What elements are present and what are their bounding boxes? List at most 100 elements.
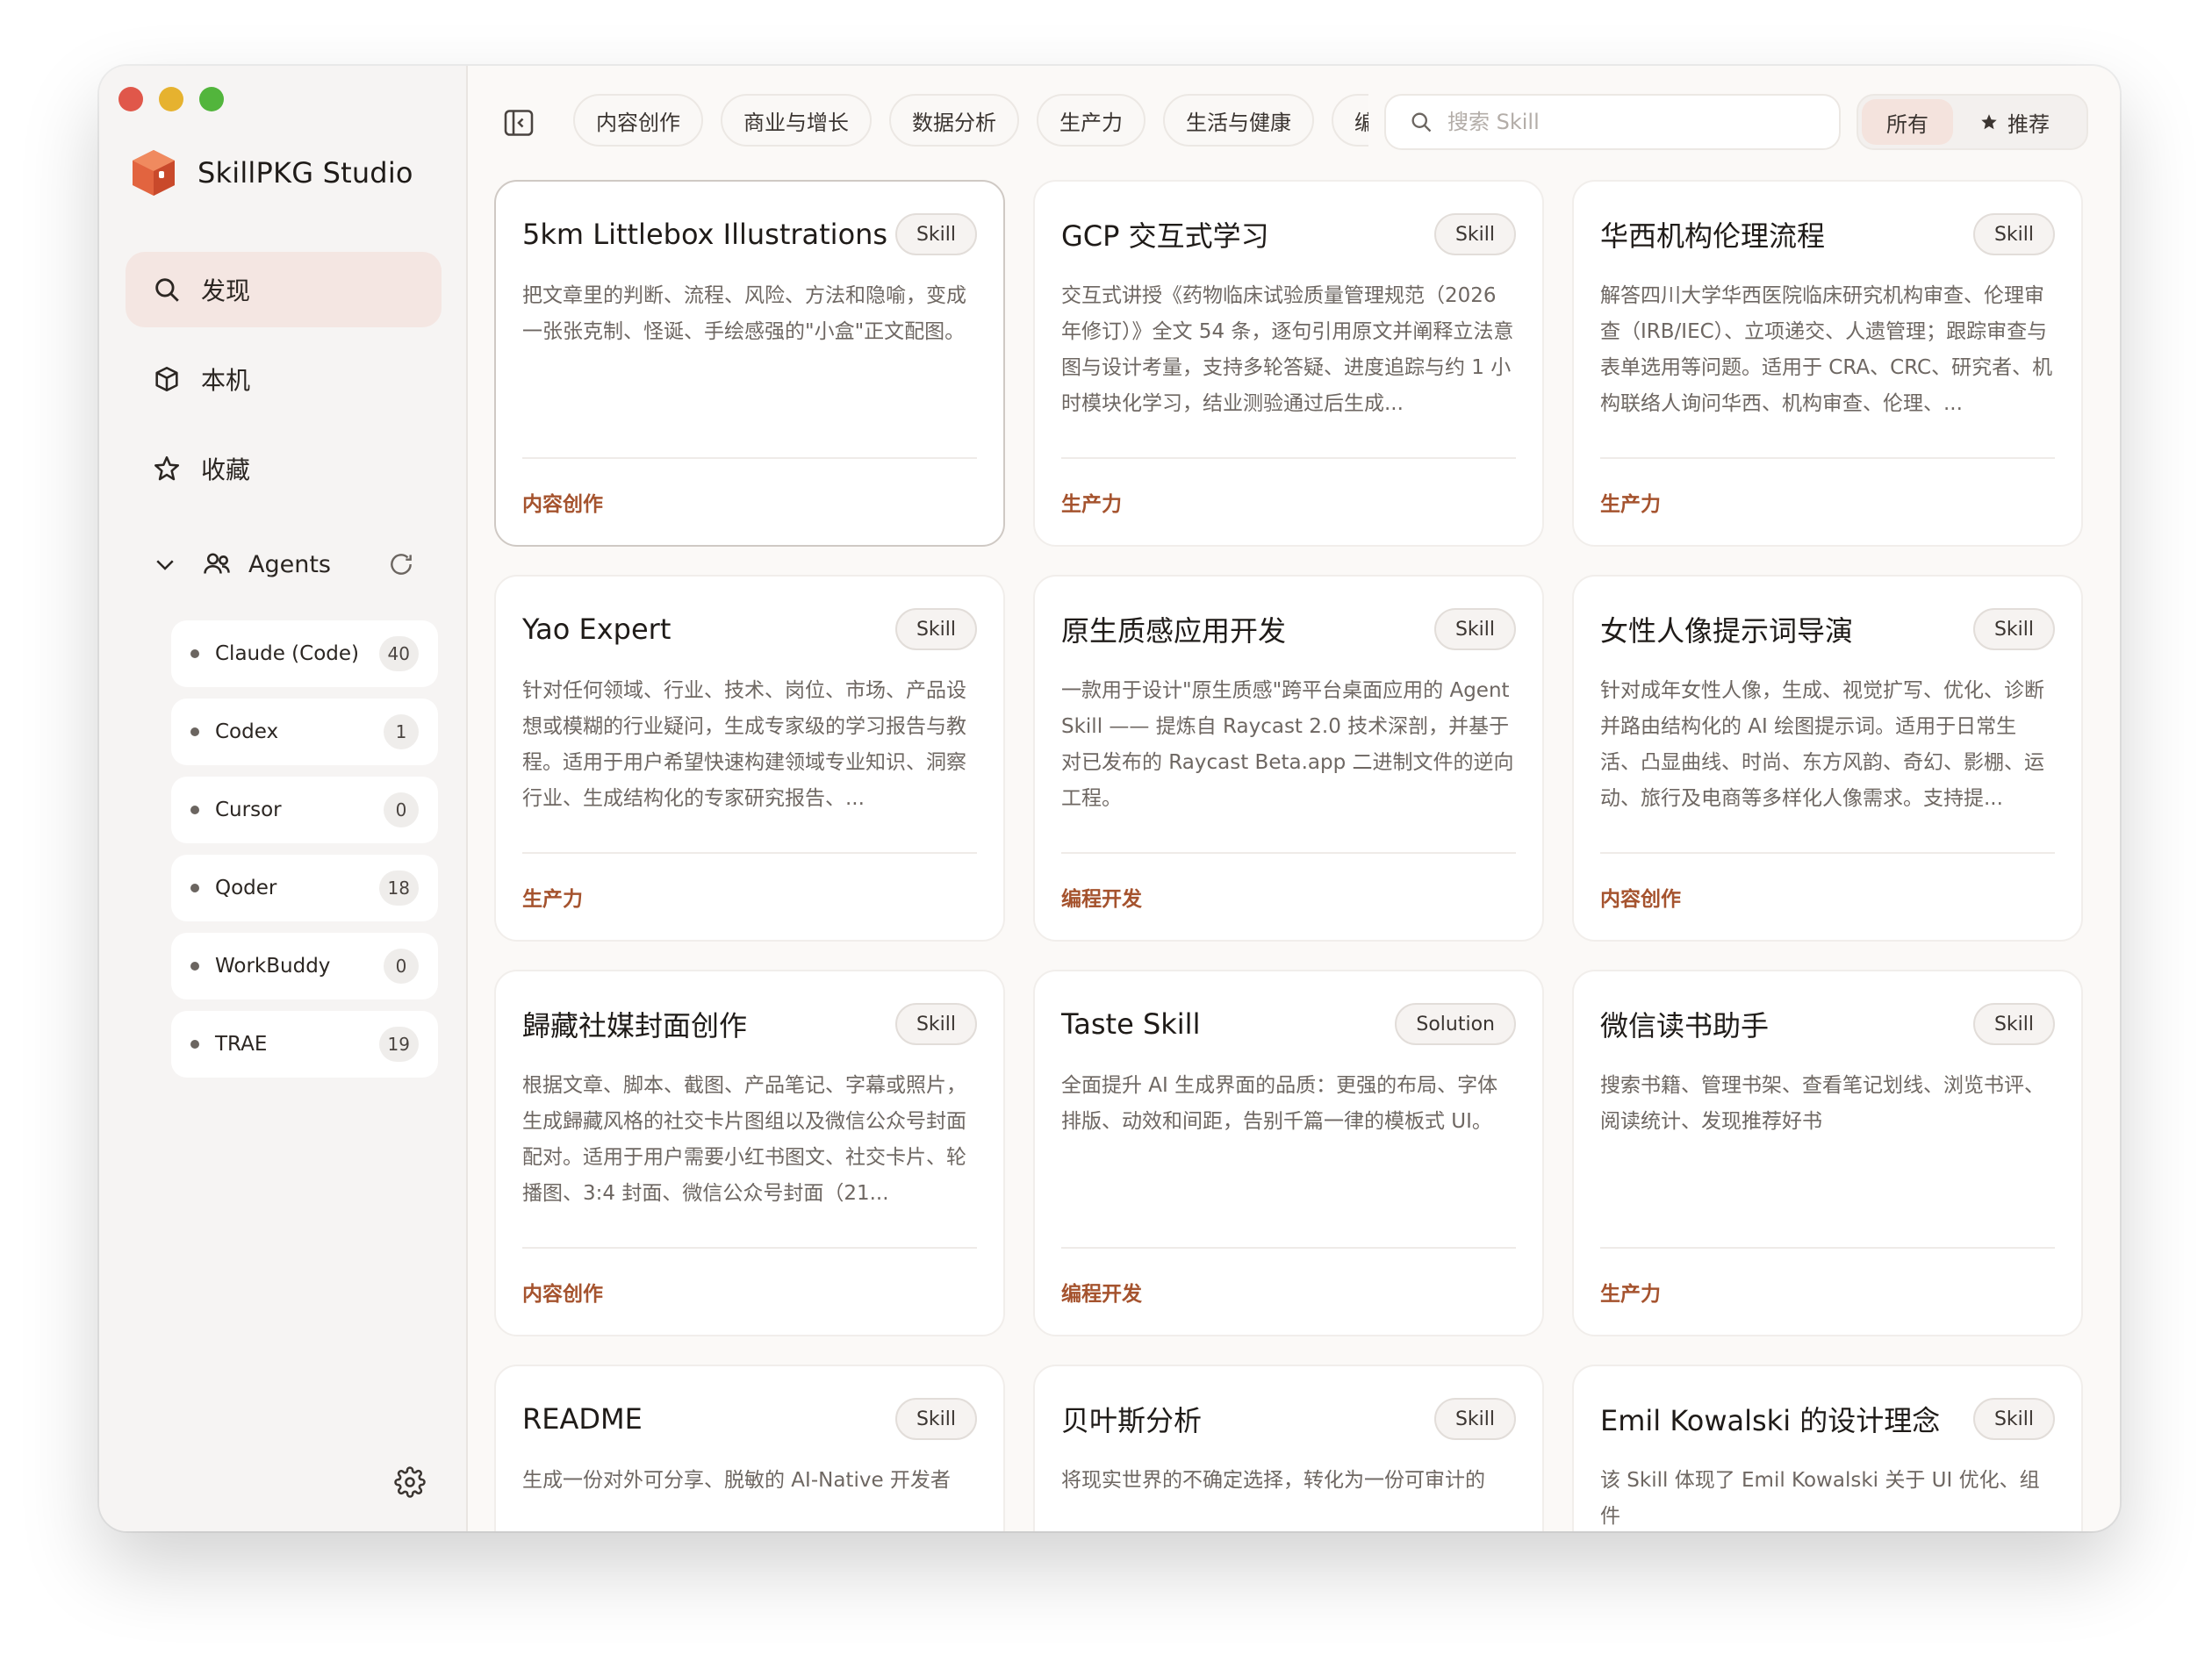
card-description: 生成一份对外可分享、脱敏的 AI-Native 开发者 [522, 1469, 951, 1492]
category-filter-bar: 内容创作 商业与增长 数据分析 生产力 生活与健康 编 [573, 94, 1368, 150]
card-description: 针对成年女性人像，生成、视觉扩写、优化、诊断并路由结构化的 AI 绘图提示词。适… [1600, 679, 2044, 810]
agent-count-badge: 40 [378, 636, 419, 671]
category-chip[interactable]: 数据分析 [889, 94, 1019, 147]
card-title: README [522, 1402, 643, 1436]
skill-card[interactable]: Emil Kowalski 的设计理念 Skill 该 Skill 体现了 Em… [1572, 1365, 2083, 1531]
agent-item-trae[interactable]: TRAE 19 [171, 1011, 438, 1078]
sidebar-toggle-icon[interactable] [503, 108, 535, 138]
search-input[interactable] [1447, 110, 1799, 134]
skill-card[interactable]: 微信读书助手 Skill 搜索书籍、管理书架、查看笔记划线、浏览书评、阅读统计、… [1572, 970, 2083, 1336]
skill-card[interactable]: GCP 交互式学习 Skill 交互式讲授《药物临床试验质量管理规范（2026年… [1033, 180, 1544, 547]
type-badge: Skill [1433, 213, 1516, 255]
skill-card[interactable]: Yao Expert Skill 针对任何领域、行业、技术、岗位、市场、产品设想… [494, 575, 1005, 942]
sidebar: SkillPKG Studio 发现 本机 收藏 Agents Claude (… [99, 66, 468, 1531]
card-description: 交互式讲授《药物临床试验质量管理规范（2026年修订）》全文 54 条，逐句引用… [1061, 284, 1514, 415]
card-description: 将现实世界的不确定选择，转化为一份可审计的 [1061, 1469, 1485, 1492]
users-icon [204, 553, 230, 574]
agent-name: Codex [215, 720, 279, 743]
bullet-icon [190, 649, 199, 658]
filter-all-button[interactable]: 所有 [1862, 99, 1953, 145]
toolbar: 内容创作 商业与增长 数据分析 生产力 生活与健康 编 所有 推荐 [468, 94, 2120, 150]
category-chip[interactable]: 编 [1332, 94, 1368, 147]
main-content: 内容创作 商业与增长 数据分析 生产力 生活与健康 编 所有 推荐 [468, 66, 2120, 1531]
skill-card-grid: 5km Littlebox Illustrations Skill 把文章里的判… [494, 180, 2095, 1531]
gear-icon[interactable] [394, 1466, 426, 1498]
card-description: 针对任何领域、行业、技术、岗位、市场、产品设想或模糊的行业疑问，生成专家级的学习… [522, 679, 966, 810]
agent-item-qoder[interactable]: Qoder 18 [171, 855, 438, 921]
card-title: 贝叶斯分析 [1061, 1404, 1203, 1437]
search-icon [155, 278, 179, 302]
chevron-down-icon[interactable] [152, 551, 178, 577]
agent-item-cursor[interactable]: Cursor 0 [171, 777, 438, 843]
bullet-icon [190, 884, 199, 892]
type-badge: Skill [894, 213, 977, 255]
card-title: 女性人像提示词导演 [1600, 614, 1854, 648]
filter-recommended-button[interactable]: 推荐 [1953, 99, 2076, 145]
type-badge: Skill [1433, 608, 1516, 650]
card-description: 一款用于设计"原生质感"跨平台桌面应用的 Agent Skill —— 提炼自 … [1061, 679, 1514, 810]
skill-card[interactable]: README Skill 生成一份对外可分享、脱敏的 AI-Native 开发者 [494, 1365, 1005, 1531]
skill-card[interactable]: 原生质感应用开发 Skill 一款用于设计"原生质感"跨平台桌面应用的 Agen… [1033, 575, 1544, 942]
agent-name: TRAE [215, 1033, 268, 1056]
type-badge: Skill [1972, 213, 2055, 255]
card-description: 解答四川大学华西医院临床研究机构审查、伦理审查（IRB/IEC）、立项递交、人遗… [1600, 284, 2053, 415]
search-icon [1411, 112, 1432, 133]
card-title: 华西机构伦理流程 [1600, 219, 1826, 253]
filter-all-label: 所有 [1886, 111, 1928, 137]
skill-card[interactable]: Taste Skill Solution 全面提升 AI 生成界面的品质：更强的… [1033, 970, 1544, 1336]
refresh-icon[interactable] [387, 550, 415, 578]
star-filled-icon [1981, 114, 1997, 130]
card-title: 5km Littlebox Illustrations [522, 218, 888, 251]
nav-item-label: 收藏 [201, 455, 251, 484]
skill-card[interactable]: 5km Littlebox Illustrations Skill 把文章里的判… [494, 180, 1005, 547]
close-window-button[interactable] [118, 87, 143, 111]
card-category: 编程开发 [1061, 852, 1516, 940]
window-controls [118, 87, 224, 111]
category-chip[interactable]: 商业与增长 [721, 94, 872, 147]
agent-count-badge: 0 [384, 792, 419, 828]
type-badge: Skill [894, 1003, 977, 1045]
type-badge: Skill [1433, 1398, 1516, 1440]
agent-name: WorkBuddy [215, 955, 331, 978]
skill-card[interactable]: 女性人像提示词导演 Skill 针对成年女性人像，生成、视觉扩写、优化、诊断并路… [1572, 575, 2083, 942]
agents-section-header[interactable]: Agents [152, 538, 415, 591]
agent-count-badge: 18 [378, 870, 419, 906]
nav-item-favorites[interactable]: 收藏 [126, 431, 442, 506]
agent-name: Cursor [215, 799, 282, 821]
agent-name: Claude (Code) [215, 642, 360, 665]
card-category: 内容创作 [522, 457, 977, 545]
card-category: 生产力 [522, 852, 977, 940]
nav-item-local[interactable]: 本机 [126, 341, 442, 417]
type-badge: Skill [1972, 608, 2055, 650]
card-category: 生产力 [1600, 1247, 2055, 1335]
bullet-icon [190, 1040, 199, 1049]
nav-item-label: 本机 [201, 366, 251, 395]
agent-count-badge: 19 [378, 1027, 419, 1062]
type-badge: Skill [894, 608, 977, 650]
brand: SkillPKG Studio [127, 147, 413, 199]
skill-card[interactable]: 华西机构伦理流程 Skill 解答四川大学华西医院临床研究机构审查、伦理审查（I… [1572, 180, 2083, 547]
category-chip[interactable]: 内容创作 [573, 94, 703, 147]
card-title: Yao Expert [522, 613, 672, 646]
agent-item-claude-code[interactable]: Claude (Code) 40 [171, 620, 438, 687]
card-category: 内容创作 [522, 1247, 977, 1335]
card-description: 把文章里的判断、流程、风险、方法和隐喻，变成一张张克制、怪诞、手绘感强的"小盒"… [522, 284, 966, 343]
card-description: 全面提升 AI 生成界面的品质：更强的布局、字体排版、动效和间距，告别千篇一律的… [1061, 1074, 1498, 1133]
nav-item-label: 发现 [201, 276, 251, 305]
bullet-icon [190, 806, 199, 814]
maximize-window-button[interactable] [199, 87, 224, 111]
nav-item-discover[interactable]: 发现 [126, 252, 442, 327]
category-chip[interactable]: 生产力 [1037, 94, 1146, 147]
app-window: SkillPKG Studio 发现 本机 收藏 Agents Claude (… [99, 66, 2120, 1531]
filter-segmented-control: 所有 推荐 [1856, 94, 2088, 150]
card-title: 微信读书助手 [1600, 1009, 1770, 1042]
skill-card[interactable]: 贝叶斯分析 Skill 将现实世界的不确定选择，转化为一份可审计的 [1033, 1365, 1544, 1531]
category-chip[interactable]: 生活与健康 [1163, 94, 1314, 147]
agent-item-workbuddy[interactable]: WorkBuddy 0 [171, 933, 438, 999]
search-box[interactable] [1384, 94, 1841, 150]
bullet-icon [190, 727, 199, 736]
minimize-window-button[interactable] [159, 87, 183, 111]
card-category: 编程开发 [1061, 1247, 1516, 1335]
skill-card[interactable]: 歸藏社媒封面创作 Skill 根据文章、脚本、截图、产品笔记、字幕或照片，生成歸… [494, 970, 1005, 1336]
agent-item-codex[interactable]: Codex 1 [171, 699, 438, 765]
